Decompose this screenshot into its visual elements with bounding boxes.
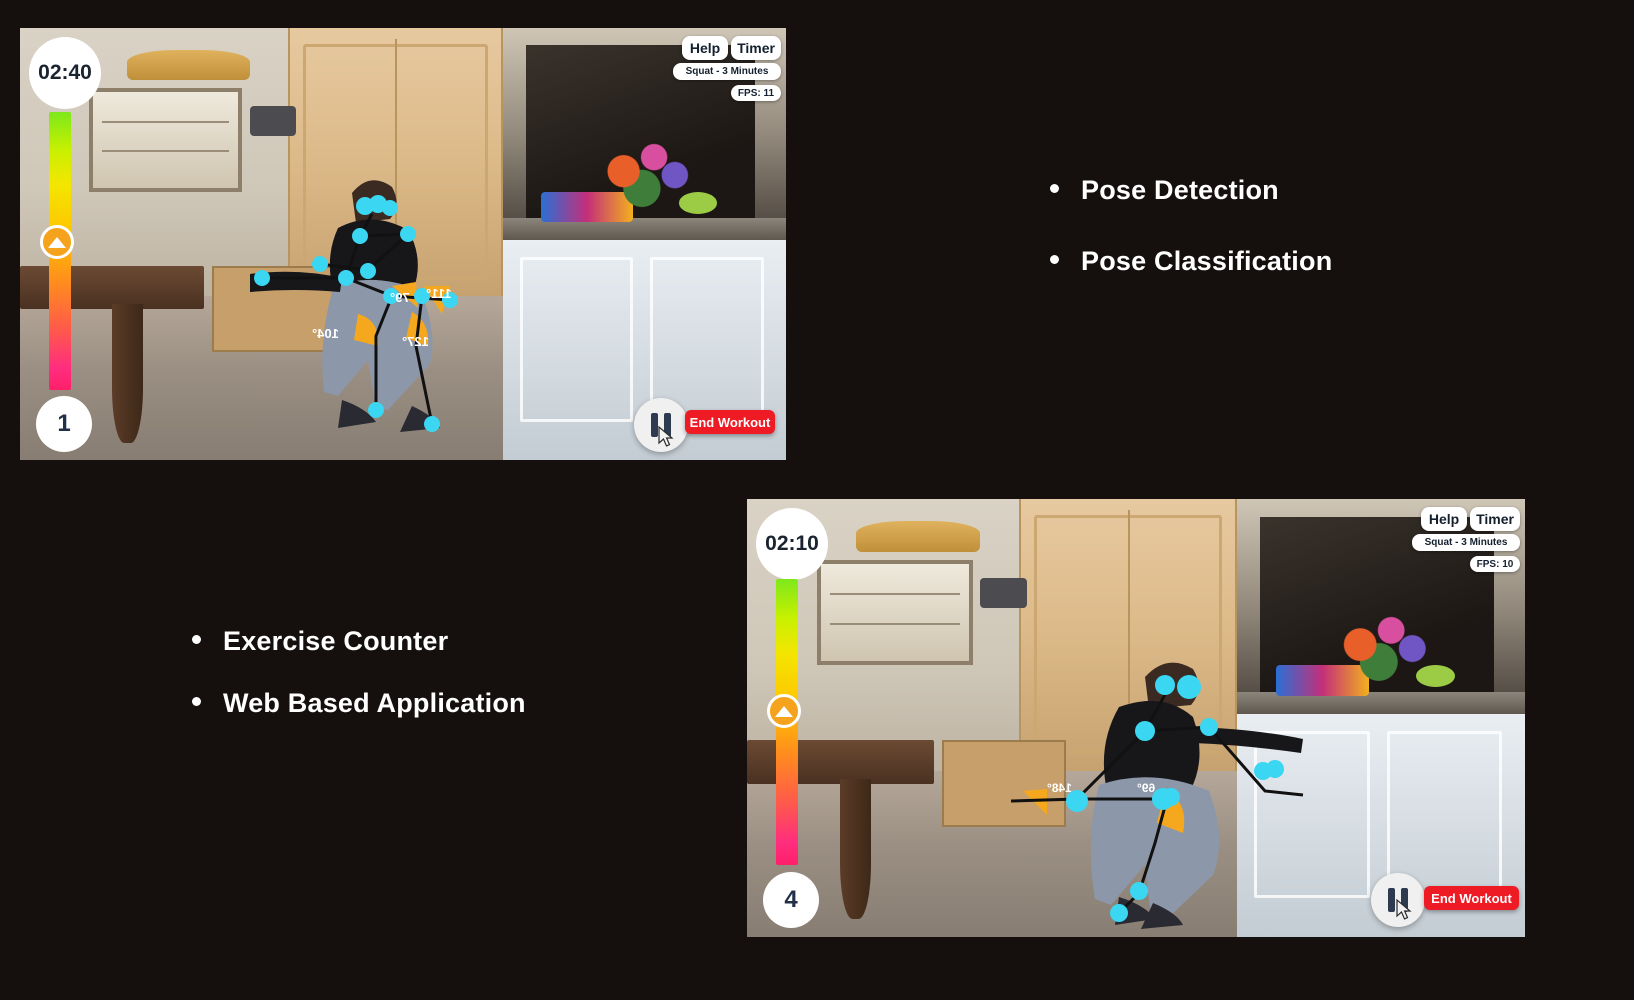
feature-list-right: Pose Detection Pose Classification [1050, 175, 1332, 277]
bullet-dot-icon [1050, 255, 1059, 264]
pause-icon [1388, 888, 1408, 912]
timer-button[interactable]: Timer [1470, 507, 1520, 531]
bullet-dot-icon [192, 635, 201, 644]
feature-list-left: Exercise Counter Web Based Application [192, 626, 526, 719]
list-item: Exercise Counter [192, 626, 526, 657]
list-item: Pose Detection [1050, 175, 1332, 206]
list-item-label: Pose Detection [1081, 175, 1279, 205]
list-item-label: Pose Classification [1081, 246, 1333, 276]
list-item: Web Based Application [192, 688, 526, 719]
bullet-dot-icon [192, 697, 201, 706]
video-player-top[interactable]: 79° 111° 104° 127° 02:40 1 Help Timer Sq… [20, 28, 786, 460]
list-item-label: Exercise Counter [223, 626, 449, 656]
help-button[interactable]: Help [1421, 507, 1467, 531]
rep-counter: 1 [36, 396, 92, 452]
workout-label: Squat - 3 Minutes [1412, 534, 1520, 551]
bullet-dot-icon [1050, 184, 1059, 193]
triangle-up-icon [48, 236, 66, 248]
angle-label: 79° [390, 290, 410, 305]
rep-counter: 4 [763, 872, 819, 928]
triangle-up-icon [775, 705, 793, 717]
slide-canvas: 79° 111° 104° 127° 02:40 1 Help Timer Sq… [0, 0, 1634, 1000]
angle-label: 111° [426, 286, 452, 301]
workout-label: Squat - 3 Minutes [673, 63, 781, 80]
angle-label: 104° [312, 326, 339, 341]
pause-icon [651, 413, 671, 437]
angle-label: 69° [1137, 781, 1156, 795]
angle-label: 127° [402, 334, 429, 349]
fps-label: FPS: 11 [731, 85, 781, 101]
timer-button[interactable]: Timer [731, 36, 781, 60]
timer-display: 02:10 [756, 508, 828, 580]
end-workout-button[interactable]: End Workout [685, 410, 775, 434]
video-player-bottom[interactable]: 148° 69° 02:10 4 Help Timer Squat - 3 Mi… [747, 499, 1525, 937]
pose-overlay-top: 79° 111° 104° 127° [20, 28, 786, 460]
fps-label: FPS: 10 [1470, 556, 1520, 572]
pause-button[interactable] [1371, 873, 1425, 927]
pause-button[interactable] [634, 398, 688, 452]
end-workout-button[interactable]: End Workout [1424, 886, 1519, 910]
list-item-label: Web Based Application [223, 688, 526, 718]
depth-gauge-knob [40, 225, 74, 259]
timer-display: 02:40 [29, 37, 101, 109]
angle-label: 148° [1047, 781, 1072, 795]
list-item: Pose Classification [1050, 246, 1332, 277]
depth-gauge-knob [767, 694, 801, 728]
pose-overlay-bottom: 148° 69° [747, 499, 1525, 937]
help-button[interactable]: Help [682, 36, 728, 60]
